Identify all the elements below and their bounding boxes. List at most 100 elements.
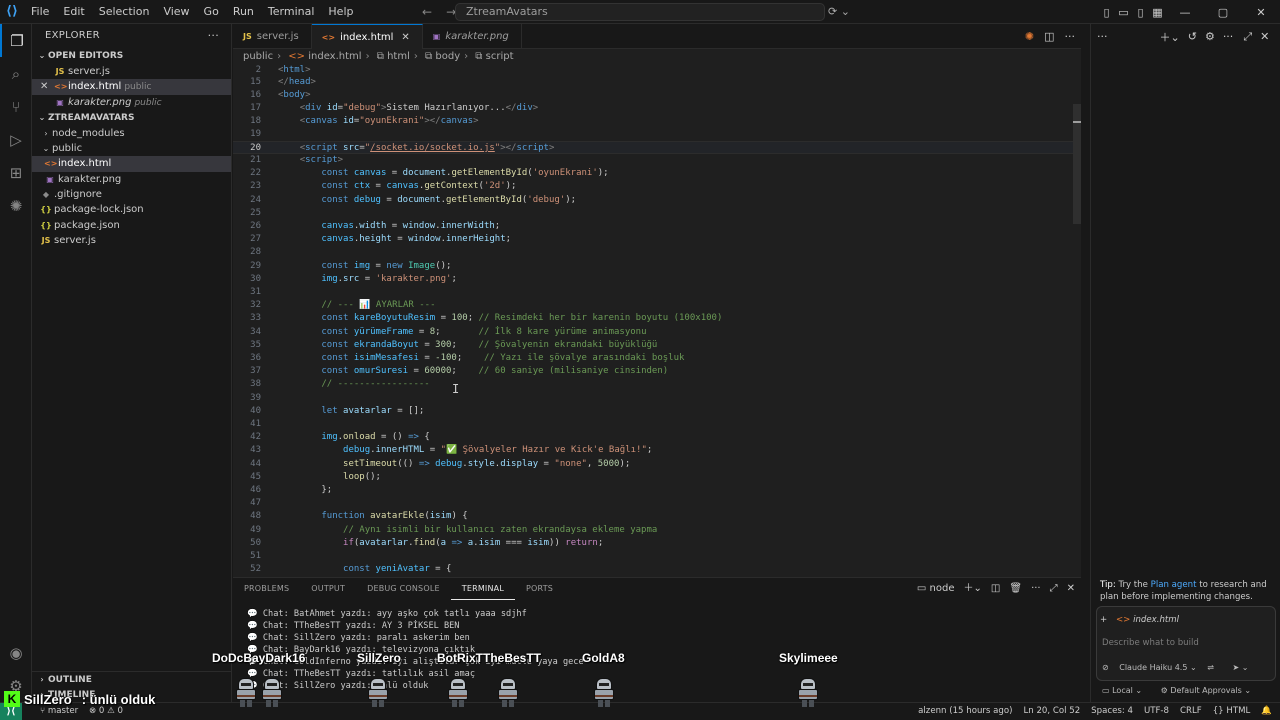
plan-agent-link[interactable]: Plan agent — [1151, 580, 1197, 590]
breadcrumb-item[interactable]: body — [435, 51, 460, 62]
close-editor-icon[interactable]: ✕ — [40, 79, 48, 94]
line-endings[interactable]: CRLF — [1180, 703, 1202, 720]
tree-file[interactable]: {} package.json — [32, 218, 231, 233]
breadcrumb-item[interactable]: script — [486, 51, 514, 62]
location-picker[interactable]: ▭ Local ⌄ — [1102, 686, 1142, 695]
context-attachment[interactable]: + <> index.html — [1100, 615, 1275, 630]
extensions-icon[interactable]: ⊞ — [0, 156, 32, 189]
chat-toolbar: ··· ＋⌄ ↺ ⚙ ··· ⤢ ✕ — [1091, 24, 1280, 49]
more-actions-icon[interactable]: ··· — [1097, 30, 1108, 43]
menu-terminal[interactable]: Terminal — [261, 0, 322, 24]
code-line: 16 <body> — [250, 90, 311, 100]
menu-go[interactable]: Go — [197, 0, 226, 24]
js-file-icon: JS — [243, 32, 252, 41]
tab-ports[interactable]: PORTS — [515, 578, 564, 600]
source-control-icon[interactable]: ⑂ — [0, 90, 32, 123]
maximize-icon[interactable]: ▢ — [1204, 6, 1242, 19]
new-terminal-icon[interactable]: ＋⌄ — [964, 578, 982, 600]
copilot-icon[interactable]: ⟳ ⌄ — [828, 0, 850, 24]
close-icon[interactable]: ✕ — [1260, 30, 1269, 43]
tree-file[interactable]: <>index.html — [32, 156, 231, 172]
split-terminal-icon[interactable]: ◫ — [991, 578, 1000, 600]
tree-file[interactable]: ◆ .gitignore — [32, 187, 231, 202]
code-line: 31 — [250, 287, 261, 297]
kill-terminal-icon[interactable]: 🗑 — [1009, 578, 1022, 600]
close-window-icon[interactable]: ✕ — [1242, 6, 1280, 19]
more-actions-icon[interactable]: ··· — [1223, 30, 1234, 43]
split-editor-icon[interactable]: ◫ — [1044, 24, 1054, 49]
attach-icon[interactable]: + — [1100, 615, 1107, 625]
toggle-panel-icon[interactable]: ▭ — [1115, 6, 1132, 19]
open-editor-item[interactable]: JS server.js — [32, 64, 231, 79]
terminal-shell-label[interactable]: ▭ node — [917, 578, 955, 600]
menu-help[interactable]: Help — [321, 0, 360, 24]
encoding[interactable]: UTF-8 — [1144, 703, 1169, 720]
menu-view[interactable]: View — [156, 0, 196, 24]
code-editor[interactable]: 2 <html> 15 </head> 16 <body> 17 <div id="d… — [233, 64, 1081, 577]
toggle-sidebar-icon[interactable]: ▯ — [1098, 6, 1115, 19]
customize-layout-icon[interactable]: ▦ — [1149, 6, 1166, 19]
tab-problems[interactable]: PROBLEMS — [233, 578, 300, 600]
tree-item-label: node_modules — [52, 127, 125, 139]
toggle-secondary-sidebar-icon[interactable]: ▯ — [1132, 6, 1149, 19]
close-panel-icon[interactable]: ✕ — [1067, 578, 1075, 600]
cursor-position[interactable]: Ln 20, Col 52 — [1023, 703, 1080, 720]
back-arrow-icon[interactable]: ← — [422, 0, 432, 24]
mouse-ibeam-cursor: I — [452, 382, 460, 396]
tab-karakter-png[interactable]: ▣ karakter.png — [423, 24, 522, 49]
tab-debug-console[interactable]: DEBUG CONSOLE — [356, 578, 451, 600]
send-icon[interactable]: ➤ ⌄ — [1232, 663, 1248, 672]
new-chat-icon[interactable]: ＋⌄ — [1160, 29, 1180, 45]
project-section[interactable]: ⌄ ZTREAMAVATARS — [32, 110, 231, 126]
maximize-icon[interactable]: ⤢ — [1243, 30, 1252, 44]
avatar-name: BotRixTTheBesTT — [437, 651, 542, 665]
language-mode[interactable]: {} HTML — [1213, 703, 1251, 720]
breadcrumb-item[interactable]: html — [387, 51, 410, 62]
open-editors-section[interactable]: ⌄ OPEN EDITORS — [32, 48, 231, 64]
tune-icon[interactable]: ⇌ — [1207, 663, 1214, 672]
tab-terminal[interactable]: TERMINAL — [450, 578, 516, 600]
breadcrumb-item[interactable]: public — [243, 51, 273, 62]
tab-server-js[interactable]: JS server.js — [233, 24, 312, 49]
menu-selection[interactable]: Selection — [92, 0, 157, 24]
explorer-icon[interactable]: ❐ — [0, 24, 32, 57]
indentation[interactable]: Spaces: 4 — [1091, 703, 1133, 720]
tools-icon[interactable]: ⊘ — [1102, 663, 1109, 672]
run-debug-icon[interactable]: ▷ — [0, 123, 32, 156]
menu-edit[interactable]: Edit — [56, 0, 91, 24]
breadcrumb-item[interactable]: index.html — [308, 51, 361, 62]
command-center-search[interactable]: ZtreamAvatars — [455, 3, 825, 21]
tree-folder[interactable]: ⌄ public — [32, 141, 231, 156]
history-icon[interactable]: ↺ — [1188, 30, 1197, 43]
model-picker[interactable]: Claude Haiku 4.5 ⌄ — [1119, 663, 1196, 672]
menu-run[interactable]: Run — [226, 0, 261, 24]
ai-agent-icon[interactable]: ✺ — [0, 189, 32, 222]
account-icon[interactable]: ◉ — [0, 636, 32, 669]
tree-file[interactable]: ▣ karakter.png — [32, 172, 231, 187]
more-actions-icon[interactable]: ··· — [1031, 578, 1041, 600]
open-editor-item[interactable]: ▣ karakter.png public — [32, 95, 231, 110]
minimize-icon[interactable]: — — [1166, 6, 1204, 19]
approvals-picker[interactable]: ⚙ Default Approvals ⌄ — [1161, 686, 1251, 695]
chat-input-tools: ⊘ Claude Haiku 4.5 ⌄ ⇌ ➤ ⌄ — [1102, 663, 1248, 672]
outline-section[interactable]: › OUTLINE — [32, 671, 232, 687]
open-editor-item[interactable]: ✕ <>index.html public — [32, 79, 231, 95]
notifications-bell-icon[interactable]: 🔔 — [1261, 703, 1272, 720]
maximize-panel-icon[interactable]: ⤢ — [1050, 578, 1058, 600]
tab-output[interactable]: OUTPUT — [300, 578, 356, 600]
more-actions-icon[interactable]: ··· — [208, 24, 219, 48]
html-file-icon: <> — [288, 51, 306, 62]
settings-gear-icon[interactable]: ⚙ — [1205, 30, 1215, 43]
outline-title: OUTLINE — [48, 675, 92, 685]
tree-folder[interactable]: › node_modules — [32, 126, 231, 141]
search-icon[interactable]: ⌕ — [0, 57, 32, 90]
more-actions-icon[interactable]: ··· — [1065, 24, 1076, 49]
preview-icon[interactable]: ✺ — [1025, 24, 1034, 49]
tip-text: Try the — [1118, 580, 1148, 590]
menu-file[interactable]: File — [24, 0, 56, 24]
tree-file[interactable]: JS server.js — [32, 233, 231, 248]
tab-index-html[interactable]: <> index.html ✕ — [311, 24, 423, 49]
git-blame[interactable]: alzenn (15 hours ago) — [918, 703, 1012, 720]
tree-file[interactable]: {} package-lock.json — [32, 202, 231, 217]
close-tab-icon[interactable]: ✕ — [401, 32, 409, 43]
